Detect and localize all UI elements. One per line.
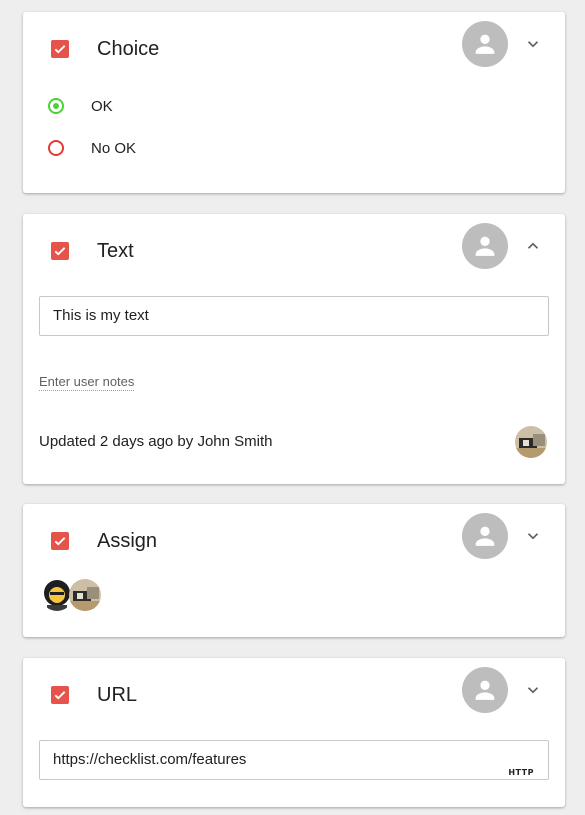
updated-info: Updated 2 days ago by John Smith [39,433,273,450]
text-checkbox[interactable] [51,242,69,260]
assignee-avatar[interactable] [462,21,508,67]
assign-title: Assign [97,530,158,552]
choice-card: Choice OK No OK [23,12,565,193]
person-icon [475,34,495,54]
enter-user-notes-link[interactable]: Enter user notes [39,374,135,391]
choice-title: Choice [97,38,160,60]
chevron-down-icon[interactable] [523,526,543,546]
http-tag: HTTP [508,768,534,777]
url-checkbox[interactable] [51,686,69,704]
choice-checkbox[interactable] [51,40,69,58]
person-icon [475,680,495,700]
person-icon [475,526,495,546]
assignee-avatar[interactable] [462,513,508,559]
check-icon [54,247,66,256]
url-title: URL [97,684,138,706]
check-icon [54,45,66,54]
chevron-down-icon[interactable] [523,34,543,54]
person-icon [475,236,495,256]
radio-option-no-ok[interactable]: No OK [48,137,136,159]
radio-label-ok: OK [91,97,113,115]
assign-checkbox[interactable] [51,532,69,550]
chevron-up-icon[interactable] [523,236,543,256]
assign-card: Assign [23,504,565,637]
text-title: Text [97,240,134,262]
radio-option-ok[interactable]: OK [48,95,113,117]
user-photo-avatar[interactable] [69,579,101,611]
chevron-down-icon[interactable] [523,680,543,700]
url-input-value: https://checklist.com/features [53,751,247,768]
check-icon [54,691,66,700]
radio-button-no-ok[interactable] [48,140,64,156]
user-photo-avatar[interactable] [515,426,547,458]
check-icon [54,537,66,546]
url-card: URL https://checklist.com/features HTTP [23,658,565,807]
url-input[interactable]: https://checklist.com/features HTTP [39,740,549,780]
radio-button-ok[interactable] [48,98,64,114]
text-input[interactable]: This is my text [39,296,549,336]
assignee-avatar[interactable] [462,223,508,269]
radio-label-no-ok: No OK [91,139,137,157]
assignee-avatar[interactable] [462,667,508,713]
text-card: Text This is my text Enter user notes Up… [23,214,565,484]
